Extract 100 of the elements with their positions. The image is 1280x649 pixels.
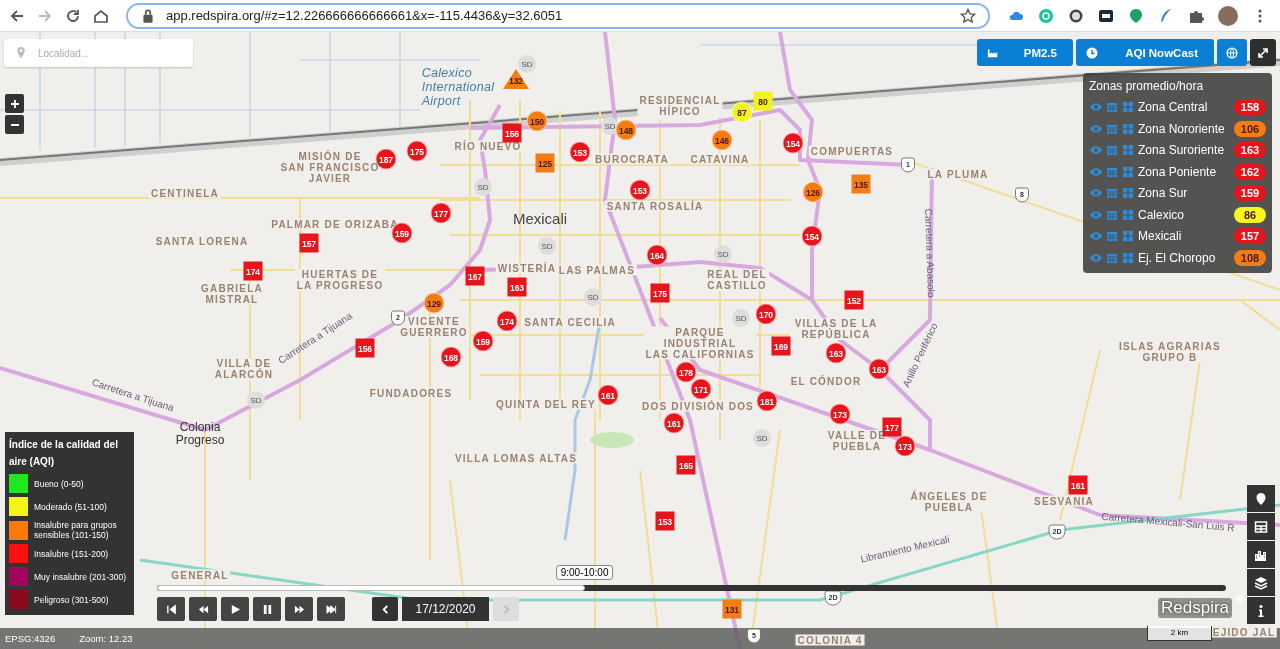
place-label: REAL DEL CASTILLO bbox=[705, 269, 769, 291]
rewind-button[interactable] bbox=[189, 597, 217, 621]
legend-label: Insalubre (151-200) bbox=[34, 548, 109, 559]
aqi-marker[interactable]: 161 bbox=[1068, 475, 1088, 495]
aqi-badge: 162 bbox=[1234, 163, 1266, 180]
zone-name[interactable]: Zona Nororiente bbox=[1138, 121, 1232, 136]
table-icon[interactable] bbox=[1121, 208, 1135, 221]
time-label[interactable]: 9:00-10:00 bbox=[555, 565, 614, 580]
calendar-icon[interactable] bbox=[1105, 165, 1119, 178]
aqi-badge: 158 bbox=[1234, 99, 1266, 116]
language-button[interactable] bbox=[1217, 39, 1247, 66]
zone-name[interactable]: Zona Sur bbox=[1138, 186, 1232, 201]
search-field[interactable]: Localidad... bbox=[4, 39, 193, 67]
fast-forward-button[interactable] bbox=[285, 597, 313, 621]
place-label: COLONIA 4 bbox=[795, 634, 865, 646]
table-button[interactable] bbox=[1247, 513, 1275, 540]
calendar-icon[interactable] bbox=[1105, 208, 1119, 221]
aqi-marker[interactable]: 80 bbox=[753, 91, 773, 111]
eye-icon[interactable] bbox=[1089, 187, 1103, 200]
extension-icon[interactable] bbox=[1068, 7, 1084, 24]
layers-icon bbox=[1254, 575, 1268, 590]
place-label: Colonia Progreso bbox=[175, 421, 225, 447]
info-button[interactable] bbox=[1247, 597, 1275, 624]
table-icon[interactable] bbox=[1121, 251, 1135, 264]
star-icon[interactable] bbox=[960, 7, 976, 24]
aqi-marker[interactable]: 167 bbox=[465, 266, 485, 286]
locate-button[interactable] bbox=[1247, 485, 1275, 512]
zone-name[interactable]: Calexico bbox=[1138, 207, 1232, 222]
play-button[interactable] bbox=[221, 597, 249, 621]
aqi-marker[interactable]: 175 bbox=[650, 283, 670, 303]
last-button[interactable] bbox=[317, 597, 345, 621]
zone-name[interactable]: Ej. El Choropo bbox=[1138, 250, 1232, 265]
fullscreen-button[interactable] bbox=[1250, 39, 1276, 66]
buildings-button[interactable] bbox=[1247, 541, 1275, 568]
table-icon[interactable] bbox=[1121, 187, 1135, 200]
eye-icon[interactable] bbox=[1089, 122, 1103, 135]
calendar-icon[interactable] bbox=[1105, 144, 1119, 157]
calendar-icon[interactable] bbox=[1105, 101, 1119, 114]
place-label: EJIDO JAL bbox=[1210, 626, 1278, 638]
aqi-marker[interactable]: 156 bbox=[355, 338, 375, 358]
zone-name[interactable]: Zona Poniente bbox=[1138, 164, 1232, 179]
aqi-index-button[interactable]: AQI NowCast bbox=[1076, 39, 1214, 66]
aqi-marker[interactable]: 131 bbox=[722, 599, 742, 619]
previous-day-button[interactable] bbox=[372, 597, 398, 621]
aqi-marker[interactable]: 152 bbox=[844, 290, 864, 310]
aqi-badge: 159 bbox=[1234, 185, 1266, 202]
aqi-badge: 163 bbox=[1234, 142, 1266, 159]
aqi-marker[interactable]: 169 bbox=[771, 336, 791, 356]
profile-avatar[interactable] bbox=[1218, 5, 1238, 26]
date-display[interactable]: 17/12/2020 bbox=[402, 597, 489, 621]
place-label: CATAVINA bbox=[688, 153, 752, 165]
aqi-marker[interactable]: 156 bbox=[502, 123, 522, 143]
leaf-icon[interactable] bbox=[1128, 7, 1144, 24]
legend-label: Bueno (0-50) bbox=[34, 478, 84, 489]
zone-name[interactable]: Zona Central bbox=[1138, 100, 1232, 115]
eye-icon[interactable] bbox=[1089, 144, 1103, 157]
calendar-icon[interactable] bbox=[1105, 122, 1119, 135]
place-label: GENERAL bbox=[169, 569, 231, 581]
eye-icon[interactable] bbox=[1089, 208, 1103, 221]
place-label: ÁNGELES DE PUEBLA bbox=[908, 491, 990, 513]
layers-button[interactable] bbox=[1247, 569, 1275, 596]
calendar-icon[interactable] bbox=[1105, 251, 1119, 264]
calendar-icon[interactable] bbox=[1105, 187, 1119, 200]
aqi-marker[interactable]: 157 bbox=[299, 233, 319, 253]
calendar-icon[interactable] bbox=[1105, 230, 1119, 243]
extension-icon[interactable] bbox=[1098, 7, 1114, 24]
fast-forward-icon bbox=[293, 603, 305, 615]
eye-icon[interactable] bbox=[1089, 101, 1103, 114]
legend-label: Peligroso (301-500) bbox=[34, 594, 109, 605]
zoom-out-button[interactable] bbox=[5, 115, 24, 134]
feather-icon[interactable] bbox=[1158, 7, 1174, 24]
aqi-marker[interactable]: 153 bbox=[655, 511, 675, 531]
aqi-marker[interactable]: 125 bbox=[535, 153, 555, 173]
zone-name[interactable]: Mexicali bbox=[1138, 229, 1232, 244]
eye-icon[interactable] bbox=[1089, 165, 1103, 178]
slider-fill[interactable] bbox=[157, 585, 585, 591]
zone-name[interactable]: Zona Suroriente bbox=[1138, 143, 1232, 158]
pollutant-button[interactable]: PM2.5 bbox=[977, 39, 1073, 66]
aqi-marker[interactable]: 135 bbox=[851, 174, 871, 194]
table-icon[interactable] bbox=[1121, 101, 1135, 114]
aqi-marker[interactable]: 177 bbox=[882, 417, 902, 437]
table-icon[interactable] bbox=[1121, 165, 1135, 178]
place-label: HUERTAS DE LA PROGRESO bbox=[294, 269, 386, 291]
road-label: Carretera a Abasolo bbox=[922, 208, 938, 298]
aqi-marker[interactable]: 163 bbox=[507, 277, 527, 297]
table-icon[interactable] bbox=[1121, 230, 1135, 243]
address-bar[interactable]: app.redspira.org/#z=12.226666666666661&x=-115.4436&y=32.6051 bbox=[126, 2, 990, 29]
airport-label: Calexico International Airport bbox=[421, 66, 495, 108]
zoom-in-button[interactable] bbox=[5, 94, 24, 113]
place-label: WISTERÍA bbox=[495, 262, 559, 274]
aqi-marker[interactable]: 174 bbox=[243, 261, 263, 281]
pause-button[interactable] bbox=[253, 597, 281, 621]
first-button[interactable] bbox=[157, 597, 185, 621]
table-icon[interactable] bbox=[1121, 144, 1135, 157]
panel-title: Zonas promedio/hora bbox=[1089, 79, 1205, 93]
eye-icon[interactable] bbox=[1089, 230, 1103, 243]
table-icon[interactable] bbox=[1121, 122, 1135, 135]
eye-icon[interactable] bbox=[1089, 251, 1103, 264]
aqi-marker[interactable]: 165 bbox=[676, 455, 696, 475]
rewind-icon bbox=[197, 603, 209, 615]
